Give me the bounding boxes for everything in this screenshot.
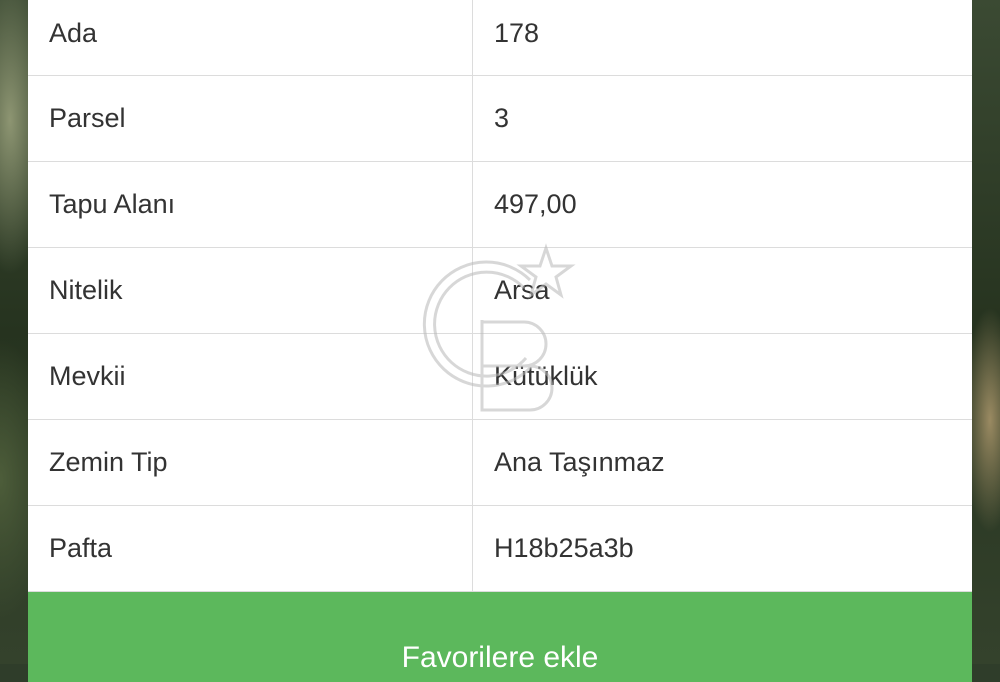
row-label: Pafta xyxy=(28,506,473,591)
table-row-pafta: Pafta H18b25a3b xyxy=(28,506,972,592)
table-row-mevkii: Mevkii Kütüklük xyxy=(28,334,972,420)
row-label: Tapu Alanı xyxy=(28,162,473,247)
row-value: 497,00 xyxy=(494,189,577,219)
row-value: 3 xyxy=(494,103,510,133)
row-value: Arsa xyxy=(494,275,550,305)
row-label: Mevkii xyxy=(28,334,473,419)
row-label: Parsel xyxy=(28,76,473,161)
row-label: Ada xyxy=(28,0,473,75)
property-details-table: Ada 178 Parsel 3 Tapu Alanı 497,00 Nitel… xyxy=(28,0,972,592)
row-value: H18b25a3b xyxy=(494,533,634,563)
table-row-parsel: Parsel 3 xyxy=(28,76,972,162)
row-value: Ana Taşınmaz xyxy=(494,447,665,477)
property-details-card: Ada 178 Parsel 3 Tapu Alanı 497,00 Nitel… xyxy=(28,0,972,592)
row-label: Zemin Tip xyxy=(28,420,473,505)
table-row-ada: Ada 178 xyxy=(28,0,972,76)
table-row-tapu-alani: Tapu Alanı 497,00 xyxy=(28,162,972,248)
table-row-zemin-tip: Zemin Tip Ana Taşınmaz xyxy=(28,420,972,506)
table-row-nitelik: Nitelik Arsa xyxy=(28,248,972,334)
row-label: Nitelik xyxy=(28,248,473,333)
row-value: Kütüklük xyxy=(494,361,598,391)
row-value: 178 xyxy=(494,18,540,48)
add-to-favorites-button[interactable]: Favorilere ekle xyxy=(28,592,972,682)
